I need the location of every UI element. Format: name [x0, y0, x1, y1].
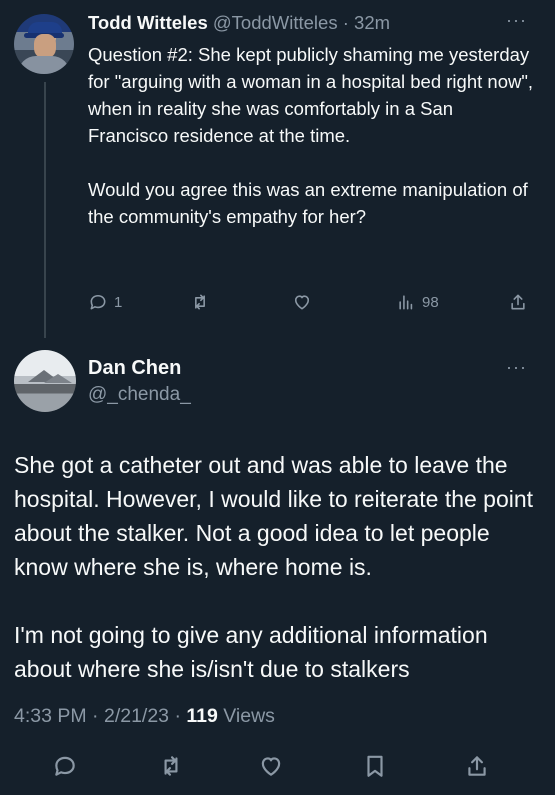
meta-separator: ·: [169, 705, 187, 727]
views-count: 98: [422, 293, 439, 311]
tweet-separator: ·: [342, 12, 349, 33]
reply-count: 1: [114, 293, 123, 311]
share-icon: [468, 756, 486, 776]
author-name[interactable]: Todd Witteles: [88, 12, 208, 33]
author-handle[interactable]: @ToddWitteles: [213, 12, 338, 33]
tweet-paragraph: Would you agree this was an extreme mani…: [88, 179, 528, 227]
retweet-button[interactable]: [190, 292, 210, 312]
reply-icon: [55, 756, 75, 776]
retweet-button[interactable]: [158, 753, 184, 779]
tweet-text: She got a catheter out and was able to l…: [14, 448, 544, 686]
author-handle[interactable]: @_chenda_: [88, 384, 191, 406]
bookmark-icon: [367, 755, 383, 777]
tweet-date[interactable]: 2/21/23: [104, 705, 169, 727]
tweet-text: Question #2: She kept publicly shaming m…: [88, 41, 538, 230]
heart-icon: [294, 295, 310, 310]
thread-connector-line: [44, 82, 46, 338]
more-options-icon[interactable]: ···: [506, 10, 527, 31]
meta-separator: ·: [86, 705, 104, 727]
tweet-paragraph: Question #2: She kept publicly shaming m…: [88, 44, 534, 146]
avatar[interactable]: [14, 14, 74, 74]
share-button[interactable]: [508, 292, 528, 312]
bookmark-button[interactable]: [362, 753, 388, 779]
like-button[interactable]: [258, 753, 284, 779]
views-label: Views: [217, 705, 275, 727]
tweet-meta: 4:33 PM · 2/21/23 · 119 Views: [14, 705, 275, 728]
views-icon: [399, 295, 413, 310]
share-icon: [511, 294, 525, 310]
author-name[interactable]: Dan Chen: [88, 357, 181, 380]
views-button[interactable]: 98: [396, 292, 439, 312]
tweet-time[interactable]: 32m: [354, 12, 390, 33]
retweet-icon: [164, 756, 178, 776]
heart-icon: [261, 757, 281, 776]
more-options-icon[interactable]: ···: [506, 357, 527, 378]
reply-button[interactable]: [52, 753, 78, 779]
share-button[interactable]: [464, 753, 490, 779]
tweet-time[interactable]: 4:33 PM: [14, 705, 87, 727]
tweet-author-row: Todd Witteles @ToddWitteles · 32m: [88, 12, 390, 34]
retweet-icon: [195, 294, 205, 310]
avatar[interactable]: [14, 350, 76, 412]
tweet-paragraph: She got a catheter out and was able to l…: [14, 452, 534, 580]
views-count[interactable]: 119: [186, 705, 217, 727]
reply-button[interactable]: 1: [88, 292, 122, 312]
tweet-paragraph: I'm not going to give any additional inf…: [14, 622, 488, 682]
reply-icon: [90, 294, 106, 310]
like-button[interactable]: [292, 292, 312, 312]
